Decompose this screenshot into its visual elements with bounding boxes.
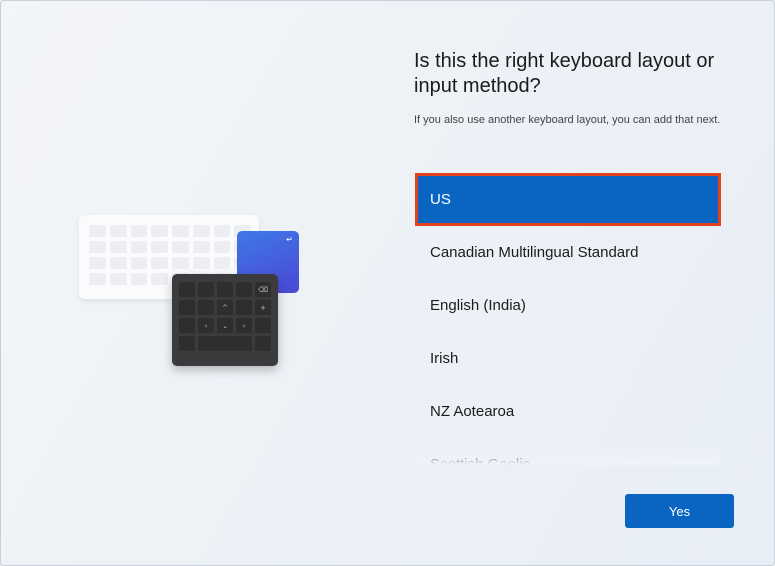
enter-icon: ↵ — [286, 235, 293, 244]
arrow-down-icon: ⌄ — [217, 318, 233, 333]
layout-option-irish[interactable]: Irish — [415, 332, 721, 385]
numpad-graphic: ⌫ ^ + ‹ ⌄ › — [172, 274, 278, 366]
backspace-icon: ⌫ — [255, 282, 271, 297]
keyboard-layout-list[interactable]: US Canadian Multilingual Standard Englis… — [415, 173, 721, 465]
page-title: Is this the right keyboard layout or inp… — [414, 50, 715, 97]
layout-option-scottish-gaelic[interactable]: Scottish Gaelic — [415, 438, 721, 465]
plus-icon: + — [255, 300, 271, 315]
arrow-right-icon: › — [236, 318, 252, 333]
layout-option-nz-aotearoa[interactable]: NZ Aotearoa — [415, 385, 721, 438]
arrow-up-icon: ^ — [217, 300, 233, 315]
layout-option-canadian-multilingual[interactable]: Canadian Multilingual Standard — [415, 226, 721, 279]
arrow-left-icon: ‹ — [198, 318, 214, 333]
oobe-window: ↵ ⌫ ^ + ‹ ⌄ › Is this the right keyboard… — [0, 0, 775, 566]
layout-option-us[interactable]: US — [415, 173, 721, 226]
layout-option-english-india[interactable]: English (India) — [415, 279, 721, 332]
keyboard-illustration-icon: ↵ ⌫ ^ + ‹ ⌄ › — [79, 213, 309, 373]
yes-button[interactable]: Yes — [625, 494, 734, 528]
page-subtitle: If you also use another keyboard layout,… — [414, 114, 721, 126]
